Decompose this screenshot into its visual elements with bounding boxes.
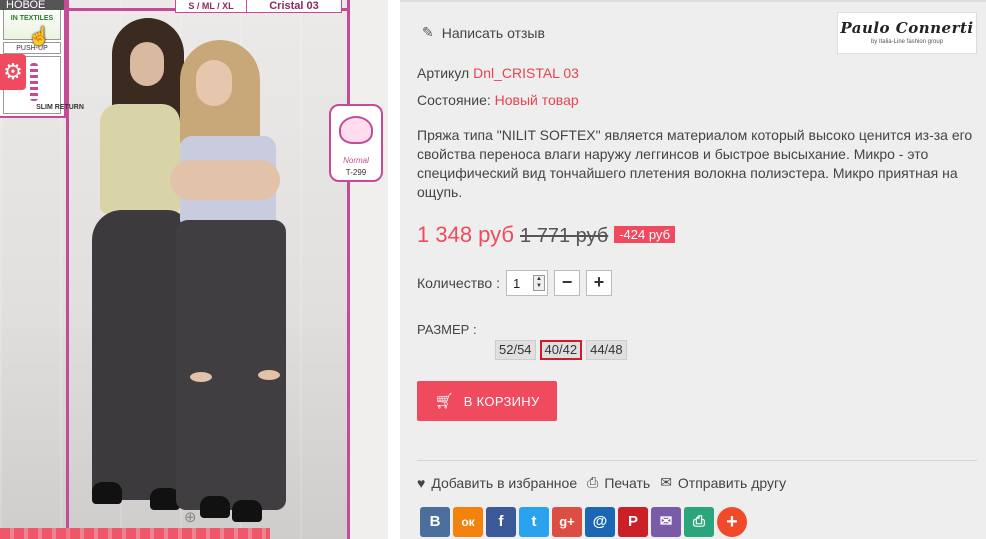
quantity-row: Количество : 1 ▲ ▼ − + — [417, 270, 612, 296]
size-label: РАЗМЕР : — [417, 322, 477, 337]
cart-icon: 🛒︎ — [434, 393, 454, 410]
current-price: 1 348 руб — [417, 222, 515, 247]
more-icon[interactable]: + — [717, 507, 747, 537]
send-to-friend-link[interactable]: ✉ Отправить другу — [660, 474, 786, 491]
googleplus-icon[interactable]: g+ — [552, 507, 582, 537]
print-label: Печать — [604, 474, 651, 491]
eco-badge-label: IN TEXTILES — [10, 15, 54, 22]
discount-badge: -424 руб — [614, 226, 676, 243]
settings-button[interactable]: ⚙ — [0, 54, 26, 90]
quantity-minus-button[interactable]: − — [553, 270, 580, 296]
social-share-row: В ок f t g+ @ P ✉ ⎙ + — [420, 507, 747, 537]
brand-frame — [66, 0, 350, 539]
actions-row: ♥ Добавить в избранное ⎙ Печать ✉ Отправ… — [417, 474, 786, 491]
fit-badge: Normal T-299 — [329, 104, 383, 182]
size-options: 52/54 40/42 44/48 — [495, 340, 627, 360]
size-range-tag: S / ML / XL — [175, 0, 247, 13]
size-option[interactable]: 44/48 — [586, 340, 627, 360]
envelope-icon: ✉ — [660, 474, 672, 490]
quantity-plus-button[interactable]: + — [585, 270, 612, 296]
spine-icon — [30, 63, 38, 101]
write-review-label: Написать отзыв — [441, 24, 545, 41]
product-description: Пряжа типа "NILIT SOFTEX" является матер… — [417, 127, 973, 200]
condition-line: Состояние: Новый товар — [417, 92, 579, 108]
sku-label: Артикул — [417, 65, 470, 81]
size-option[interactable]: 52/54 — [495, 340, 536, 360]
old-price: 1 771 руб — [520, 225, 609, 247]
condition-label: Состояние: — [417, 92, 491, 108]
vk-icon[interactable]: В — [420, 507, 450, 537]
printer-icon: ⎙ — [587, 474, 599, 490]
actions-divider — [417, 460, 977, 461]
gear-icon: ⚙ — [3, 59, 23, 84]
slim-return-label: SLIM RETURN — [36, 104, 84, 111]
hand-cursor-icon: ☝ — [28, 26, 51, 46]
fit-label: Normal — [343, 156, 369, 165]
add-to-wishlist-link[interactable]: ♥ Добавить в избранное — [417, 475, 577, 491]
quantity-value: 1 — [512, 276, 521, 291]
quantity-label: Количество : — [417, 275, 500, 291]
condition-value: Новый товар — [494, 92, 579, 108]
odnoklassniki-icon[interactable]: ок — [453, 507, 483, 537]
zoom-icon[interactable]: ⊕ — [184, 508, 197, 526]
photo-bottom-strip — [0, 528, 270, 539]
email-icon[interactable]: ✉ — [651, 507, 681, 537]
sku-value: Dnl_CRISTAL 03 — [473, 65, 579, 81]
quantity-spinner[interactable]: ▲ ▼ — [532, 275, 545, 291]
product-image[interactable]: S / ML / XL Cristal 03 IN TEXTILES PUSH-… — [0, 0, 388, 539]
price-row: 1 348 руб 1 771 руб -424 руб — [417, 222, 676, 248]
model-name-tag: Cristal 03 — [246, 0, 342, 13]
twitter-icon[interactable]: t — [519, 507, 549, 537]
sku-line: Артикул Dnl_CRISTAL 03 — [417, 65, 579, 81]
add-to-cart-button[interactable]: 🛒︎ В КОРЗИНУ — [417, 381, 557, 421]
add-to-cart-label: В КОРЗИНУ — [463, 393, 540, 409]
facebook-icon[interactable]: f — [486, 507, 516, 537]
print-icon[interactable]: ⎙ — [684, 507, 714, 537]
send-to-friend-label: Отправить другу — [677, 474, 787, 491]
add-to-wishlist-label: Добавить в избранное — [431, 474, 578, 491]
write-review-link[interactable]: ✎ Написать отзыв — [422, 24, 545, 41]
pencil-icon: ✎ — [422, 24, 434, 40]
quantity-input[interactable]: 1 ▲ ▼ — [505, 270, 548, 296]
heart-icon: ♥ — [417, 474, 426, 491]
mailru-icon[interactable]: @ — [585, 507, 615, 537]
print-link[interactable]: ⎙ Печать — [587, 474, 650, 491]
brand-subtitle: by Italia-Line fashion group — [870, 39, 944, 45]
pinterest-icon[interactable]: P — [618, 507, 648, 537]
fit-code: T-299 — [345, 168, 367, 177]
fit-figure-icon — [339, 116, 373, 144]
size-option-selected[interactable]: 40/42 — [539, 340, 583, 360]
new-badge: НОВОЕ — [0, 0, 64, 10]
brand-name: Paulo Connerti — [840, 19, 974, 37]
top-divider — [400, 0, 986, 2]
product-info: ✎ Написать отзыв Paulo Connerti by Itali… — [400, 0, 986, 539]
brand-logo[interactable]: Paulo Connerti by Italia-Line fashion gr… — [837, 12, 977, 54]
